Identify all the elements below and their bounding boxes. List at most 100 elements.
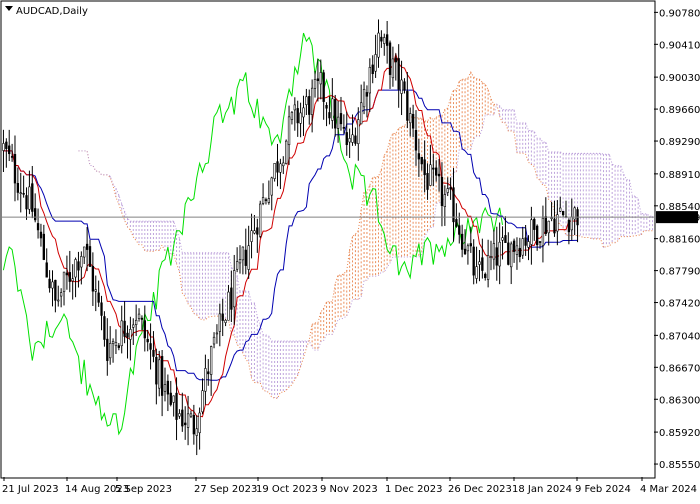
candle-body bbox=[403, 81, 406, 91]
candle-body bbox=[293, 104, 296, 111]
candle-body bbox=[360, 102, 363, 125]
candle-body bbox=[264, 199, 268, 201]
candle-body bbox=[484, 273, 487, 278]
price-tick-label: 0.87790 bbox=[659, 267, 700, 278]
candle-body bbox=[126, 332, 129, 338]
candle-body bbox=[224, 319, 227, 323]
time-tick-label: 1 Dec 2023 bbox=[385, 484, 443, 495]
price-tick-label: 0.90410 bbox=[659, 40, 700, 51]
candle-body bbox=[71, 278, 74, 282]
candle-body bbox=[535, 225, 539, 246]
candle-body bbox=[385, 34, 389, 46]
candle-body bbox=[178, 413, 181, 417]
candle-body bbox=[466, 245, 470, 252]
candle-body bbox=[345, 132, 348, 146]
time-tick-label: 19 Oct 2023 bbox=[256, 484, 318, 495]
candle-body bbox=[524, 237, 527, 246]
candle-body bbox=[287, 116, 291, 146]
candle-body bbox=[383, 37, 386, 44]
candle-body bbox=[34, 208, 37, 221]
candle-body bbox=[198, 412, 201, 434]
chart-title: AUDCAD,Daily bbox=[16, 6, 88, 17]
candle-body bbox=[201, 390, 204, 413]
candle-body bbox=[547, 220, 550, 234]
candle-body bbox=[195, 428, 198, 436]
candle-body bbox=[414, 130, 418, 151]
candle-body bbox=[267, 198, 271, 203]
candle-body bbox=[475, 266, 478, 279]
candle-body bbox=[449, 187, 452, 190]
candle-body bbox=[106, 338, 109, 361]
candle-body bbox=[129, 329, 132, 340]
candle-body bbox=[158, 359, 161, 389]
price-tick-label: 0.85550 bbox=[659, 460, 700, 471]
chikou-span bbox=[2, 32, 503, 436]
candle-body bbox=[109, 343, 112, 359]
candle-body bbox=[227, 291, 230, 321]
chart: 0.90780 0.90410 0.90030 0.89660 0.89290 0.889… bbox=[0, 0, 700, 500]
chart-svg: 0.90780 0.90410 0.90030 0.89660 0.89290 0.889… bbox=[0, 0, 700, 495]
dropdown-triangle-icon[interactable] bbox=[5, 6, 13, 11]
candle-body bbox=[348, 138, 351, 143]
candle-body bbox=[388, 42, 392, 75]
time-tick-label: 5 Sep 2023 bbox=[115, 484, 172, 495]
candle-body bbox=[132, 324, 135, 328]
candle-body bbox=[221, 313, 224, 321]
candle-body bbox=[354, 135, 357, 144]
candle-body bbox=[440, 176, 444, 206]
candle-body bbox=[435, 167, 438, 176]
candle-body bbox=[134, 319, 138, 325]
price-tick-label: 0.87420 bbox=[659, 299, 700, 310]
candle-body bbox=[36, 223, 40, 231]
candle-body bbox=[241, 246, 245, 261]
candle-body bbox=[342, 126, 346, 129]
price-tick-label: 0.87040 bbox=[659, 331, 700, 342]
candle-body bbox=[149, 343, 152, 350]
candle-body bbox=[22, 193, 25, 195]
candle-body bbox=[94, 289, 97, 292]
candle-body bbox=[28, 186, 31, 210]
candle-body bbox=[100, 302, 103, 316]
candle-body bbox=[68, 272, 71, 282]
candle-body bbox=[169, 392, 172, 405]
candle-body bbox=[181, 409, 184, 427]
time-tick-label: 27 Sep 2023 bbox=[194, 484, 257, 495]
candle-body bbox=[437, 173, 441, 177]
candle-body bbox=[460, 233, 464, 250]
candle-body bbox=[391, 58, 395, 79]
candle-body bbox=[313, 78, 317, 89]
candle-body bbox=[377, 32, 380, 58]
candle-body bbox=[351, 134, 354, 143]
candle-body bbox=[25, 195, 28, 210]
time-axis: 21 Jul 2023 14 Aug 20235 Sep 2023 27 Sep 2… bbox=[2, 477, 697, 495]
candle-body bbox=[331, 98, 334, 121]
candle-body bbox=[561, 210, 565, 216]
candle-body bbox=[80, 256, 83, 268]
candle-body bbox=[550, 217, 553, 219]
candle-body bbox=[429, 164, 432, 186]
candle-body bbox=[432, 167, 435, 170]
symbol-header: AUDCAD,Daily bbox=[5, 6, 88, 17]
candle-body bbox=[238, 259, 242, 264]
candle-body bbox=[507, 242, 510, 265]
candle-body bbox=[455, 219, 458, 227]
candle-body bbox=[42, 233, 45, 260]
candle-body bbox=[553, 218, 556, 234]
time-tick-label: 18 Jan 2024 bbox=[512, 484, 572, 495]
candle-body bbox=[397, 58, 400, 90]
candle-body bbox=[489, 256, 493, 258]
candle-body bbox=[423, 159, 426, 176]
price-tick-label: 0.88910 bbox=[659, 170, 700, 181]
candle-body bbox=[308, 96, 311, 115]
candle-body bbox=[504, 235, 507, 243]
candle-body bbox=[186, 413, 190, 428]
candle-body bbox=[85, 243, 89, 250]
candle-body bbox=[538, 241, 542, 243]
candle-body bbox=[143, 320, 146, 339]
candle-body bbox=[495, 247, 498, 266]
price-tick-label: 0.89660 bbox=[659, 105, 700, 116]
candle-body bbox=[230, 287, 233, 310]
candle-body bbox=[59, 292, 63, 297]
time-tick-label: 4 Mar 2024 bbox=[640, 484, 697, 495]
candle-body bbox=[259, 203, 262, 237]
